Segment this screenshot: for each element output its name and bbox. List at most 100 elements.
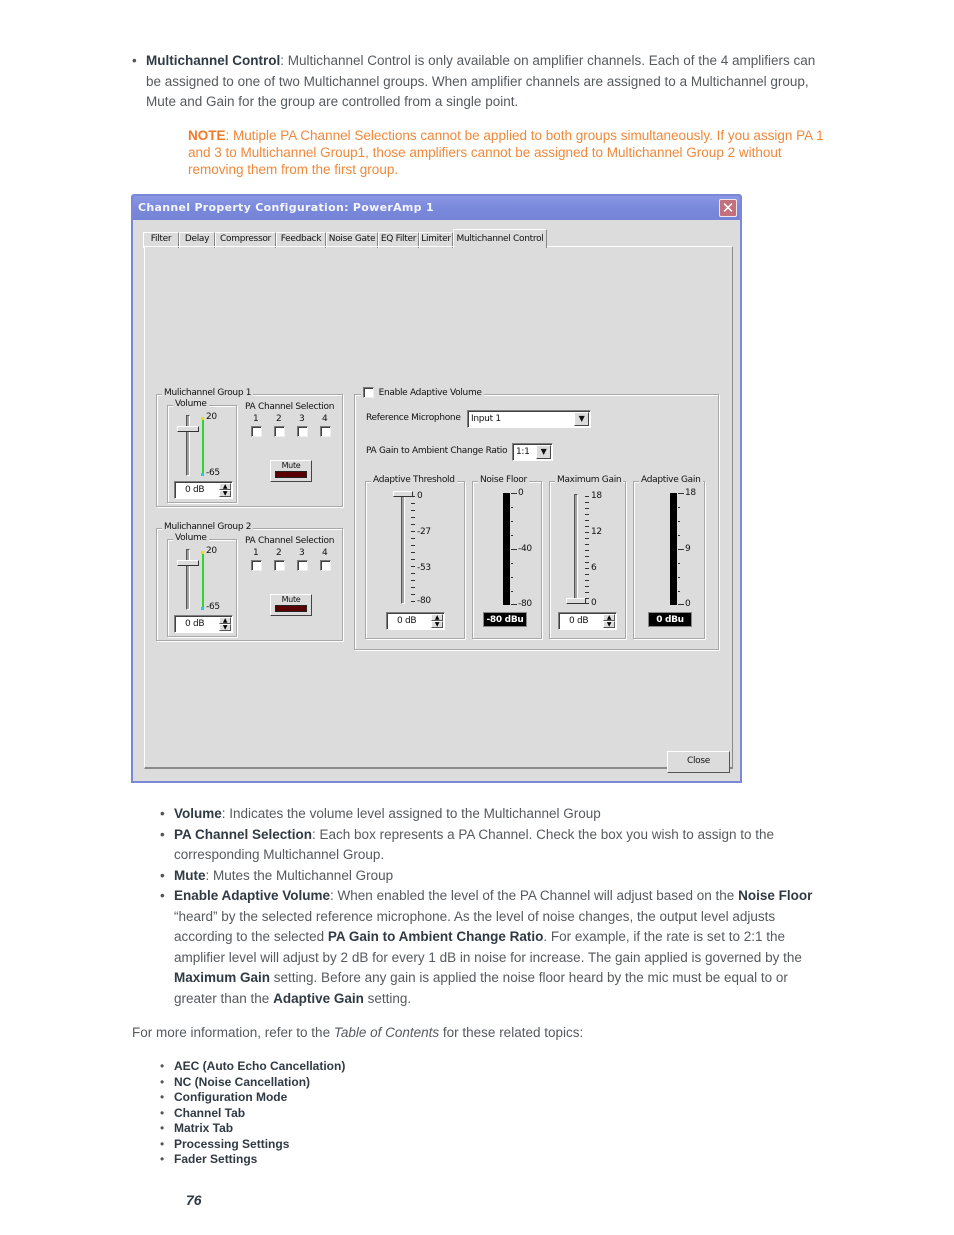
threshold-spinbox[interactable]: 0 dB ▲ ▼ <box>386 612 445 630</box>
dialog-title: Channel Property Configuration: PowerAmp… <box>138 201 434 214</box>
tick-label: 18 <box>591 491 602 501</box>
mute-button[interactable]: Mute <box>270 460 312 482</box>
mute-label: Mute <box>281 461 301 470</box>
more-info: For more information, refer to the Table… <box>132 1023 583 1044</box>
threshold-value: 0 dB <box>397 616 417 626</box>
pa-channel-3-checkbox[interactable] <box>297 560 308 571</box>
dropdown-arrow-icon[interactable]: ▼ <box>574 412 589 426</box>
threshold-slider-thumb[interactable] <box>393 491 413 497</box>
noise-floor-meter <box>503 493 510 605</box>
bullet-text: : When enabled the level of the PA Chann… <box>330 888 739 903</box>
bullet-term: Enable Adaptive Volume <box>174 888 331 903</box>
bullet-term: Mute <box>174 867 206 883</box>
volume-spinbox[interactable]: 0 dB ▲ ▼ <box>174 615 233 633</box>
channel-label: 3 <box>299 414 305 424</box>
reference-mic-select[interactable]: Input 1 ▼ <box>467 410 591 428</box>
ratio-label: PA Gain to Ambient Change Ratio <box>366 446 508 456</box>
pa-channel-2-checkbox[interactable] <box>274 426 285 437</box>
mute-indicator <box>275 605 307 612</box>
channel-label: 4 <box>322 414 328 424</box>
scale-top-marker <box>201 417 204 420</box>
note-label: NOTE <box>188 128 226 143</box>
channel-label: 4 <box>322 548 328 558</box>
enable-adaptive-volume-label: Enable Adaptive Volume <box>378 388 482 398</box>
max-gain-spinbox[interactable]: 0 dB ▲ ▼ <box>558 612 617 630</box>
scale-max: 20 <box>206 546 217 556</box>
threshold-slider-track[interactable] <box>401 494 405 604</box>
enable-adaptive-volume-checkbox[interactable] <box>363 387 374 398</box>
scale-top-marker <box>201 551 204 554</box>
channel-property-dialog: Channel Property Configuration: PowerAmp… <box>131 194 742 783</box>
related-topic[interactable]: • Matrix Tab <box>160 1121 345 1137</box>
bold-term: Noise Floor <box>738 888 813 903</box>
close-button[interactable]: Close <box>667 751 730 773</box>
scale-bottom-marker <box>201 473 204 476</box>
bullet-text: : Indicates the volume level assigned to… <box>221 806 601 821</box>
topic-label: AEC (Auto Echo Cancellation) <box>174 1059 346 1073</box>
mute-button[interactable]: Mute <box>270 594 312 616</box>
pa-channel-3-checkbox[interactable] <box>297 426 308 437</box>
maximum-gain-box: Maximum Gain 18 12 6 0 0 dB ▲ ▼ <box>549 475 626 639</box>
spin-up-icon[interactable]: ▲ <box>219 483 231 490</box>
pa-channel-1-checkbox[interactable] <box>251 560 262 571</box>
tab-panel: Mulichannel Group 1 Volume 20 -65 0 dB ▲… <box>144 246 733 769</box>
related-topic[interactable]: • Configuration Mode <box>160 1090 345 1106</box>
tick-label: 0 <box>591 598 597 608</box>
dropdown-arrow-icon[interactable]: ▼ <box>536 445 551 459</box>
channel-label: 3 <box>299 548 305 558</box>
tick-label: 0 <box>518 488 524 498</box>
tab-label: Limiter <box>421 234 451 244</box>
close-icon[interactable]: ✕ <box>719 199 737 217</box>
related-topic[interactable]: • NC (Noise Cancellation) <box>160 1075 345 1091</box>
related-topic[interactable]: • Channel Tab <box>160 1106 345 1122</box>
scale-min: -65 <box>206 468 220 478</box>
volume-slider-thumb[interactable] <box>177 560 199 566</box>
spin-down-icon[interactable]: ▼ <box>219 490 231 497</box>
spin-down-icon[interactable]: ▼ <box>219 624 231 631</box>
volume-slider-track[interactable] <box>186 549 190 610</box>
group-title: Mulichannel Group 1 <box>162 388 254 398</box>
pa-channel-label: PA Channel Selection <box>245 402 335 412</box>
maximum-gain-title: Maximum Gain <box>555 475 624 485</box>
tab-label: Delay <box>184 234 210 244</box>
bold-term: Adaptive Gain <box>273 990 364 1006</box>
volume-slider-thumb[interactable] <box>177 426 199 432</box>
ratio-select[interactable]: 1:1 ▼ <box>512 443 553 461</box>
mute-indicator <box>275 471 307 478</box>
bold-term: Maximum Gain <box>174 970 271 985</box>
spin-up-icon[interactable]: ▲ <box>431 614 443 621</box>
volume-box: Volume 20 -65 0 dB ▲ ▼ <box>167 399 237 503</box>
spin-down-icon[interactable]: ▼ <box>603 621 615 628</box>
pa-channel-1-checkbox[interactable] <box>251 426 262 437</box>
dialog-title-bar[interactable]: Channel Property Configuration: PowerAmp… <box>133 196 740 220</box>
related-topic[interactable]: • Processing Settings <box>160 1137 345 1153</box>
related-topics: • AEC (Auto Echo Cancellation) • NC (Noise… <box>160 1059 345 1168</box>
spin-up-icon[interactable]: ▲ <box>219 617 231 624</box>
volume-spinbox[interactable]: 0 dB ▲ ▼ <box>174 481 233 499</box>
note: NOTE: Mutiple PA Channel Selections cann… <box>188 127 828 178</box>
toc-reference: Table of Contents <box>333 1025 440 1040</box>
volume-slider-track[interactable] <box>186 415 190 476</box>
note-text: : Mutiple PA Channel Selections cannot b… <box>188 128 824 177</box>
noise-floor-title: Noise Floor <box>478 475 529 485</box>
spin-up-icon[interactable]: ▲ <box>603 614 615 621</box>
volume-value: 0 dB <box>185 485 205 495</box>
tab-label: Filter <box>150 234 172 244</box>
max-gain-slider-track[interactable] <box>574 494 578 604</box>
tab-multichannel-control[interactable]: Multichannel Control <box>453 229 547 248</box>
related-topic[interactable]: • Fader Settings <box>160 1152 345 1168</box>
pa-channel-2-checkbox[interactable] <box>274 560 285 571</box>
max-gain-slider-thumb[interactable] <box>566 598 586 604</box>
pa-channel-4-checkbox[interactable] <box>320 426 331 437</box>
enable-adaptive-volume[interactable]: Enable Adaptive Volume <box>361 387 484 398</box>
close-button-label: Close <box>686 756 711 766</box>
related-topic[interactable]: • AEC (Auto Echo Cancellation) <box>160 1059 345 1075</box>
page-number: 76 <box>186 1192 202 1208</box>
tab-label: Multichannel Control <box>456 234 544 244</box>
topic-label: Channel Tab <box>174 1105 246 1120</box>
list-item: • Volume: Indicates the volume level assi… <box>160 806 601 821</box>
spin-down-icon[interactable]: ▼ <box>431 621 443 628</box>
reference-mic-label: Reference Microphone <box>366 413 461 423</box>
pa-channel-4-checkbox[interactable] <box>320 560 331 571</box>
tick-label: -80 <box>417 596 431 606</box>
